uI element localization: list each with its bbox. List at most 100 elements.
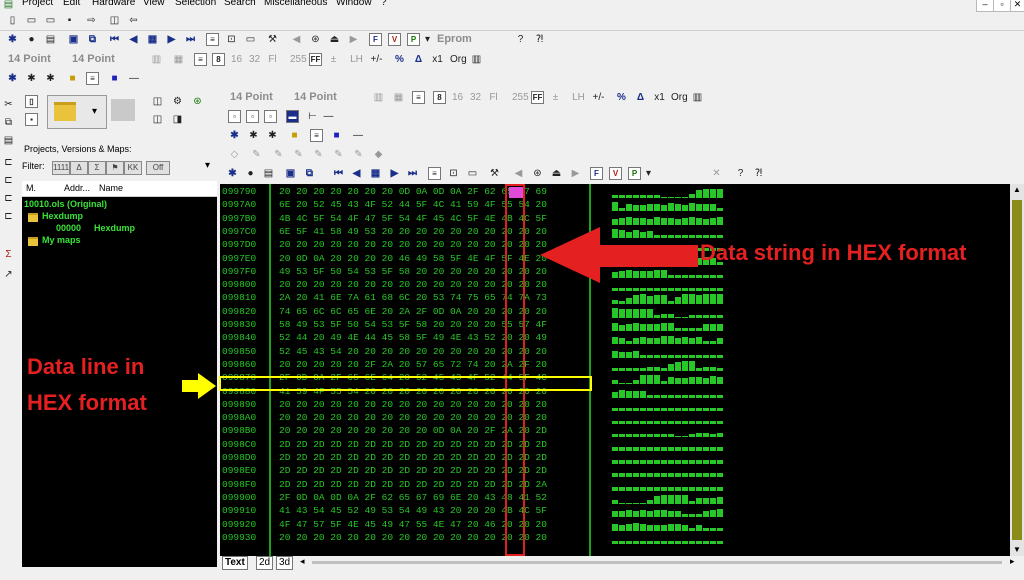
chevron-down-icon[interactable]: ▾ — [642, 167, 655, 180]
v-icon[interactable]: V — [388, 33, 401, 46]
eraser-icon[interactable]: ◇ — [228, 148, 241, 161]
grid-icon[interactable]: ▦ — [369, 167, 382, 180]
filter-delta-button[interactable]: Δ — [70, 161, 88, 175]
255-icon[interactable]: 255 — [290, 53, 307, 66]
sum-icon[interactable]: Σ — [2, 248, 15, 261]
chip-icon[interactable]: ● — [25, 33, 38, 46]
scroll-down-icon[interactable]: ▼ — [1013, 545, 1021, 554]
help-icon[interactable]: ? — [734, 167, 747, 180]
find-icon[interactable]: ⊡ — [225, 33, 238, 46]
percent-icon[interactable]: % — [393, 53, 406, 66]
tool-c-icon[interactable]: ✱ — [266, 129, 279, 142]
checksum2-icon[interactable]: ⊛ — [191, 95, 204, 108]
column-name[interactable]: Name — [99, 183, 123, 193]
back-icon[interactable]: ◀ — [290, 33, 303, 46]
mode-icon[interactable]: ≡ — [86, 72, 99, 85]
hex-row[interactable]: 099790 20 20 20 20 20 20 20 0D 0A 0D 0A 2… — [220, 186, 588, 199]
next-icon[interactable]: ▶ — [388, 167, 401, 180]
last-icon[interactable]: ⏭ — [406, 167, 419, 180]
hex-row[interactable]: 0997B0 4B 4C 5F 54 4F 47 5F 54 4F 45 4C 5… — [220, 213, 588, 226]
32bit-icon[interactable]: 32 — [469, 91, 482, 104]
map-icon[interactable]: ▭ — [466, 167, 479, 180]
prev-icon[interactable]: ◀ — [127, 33, 140, 46]
tree-folder-hexdump[interactable]: Hexdump — [42, 211, 83, 221]
tab-2d[interactable]: 2d — [256, 556, 274, 570]
tool-b-icon[interactable]: ✱ — [247, 129, 260, 142]
prev-icon[interactable]: ◀ — [350, 167, 363, 180]
org-icon[interactable]: Org — [671, 91, 688, 104]
tab-3d[interactable]: 3d — [276, 556, 294, 570]
hex-row[interactable]: 099850 52 45 43 54 20 20 20 20 20 20 20 2… — [220, 346, 588, 359]
new-file-icon[interactable]: ▯ — [6, 14, 19, 27]
filter-hex-button[interactable]: 1111 — [52, 161, 70, 175]
edit-d-icon[interactable]: ✎ — [312, 148, 325, 161]
menu-miscellaneous[interactable]: Miscellaneous — [264, 0, 327, 8]
menu-edit[interactable]: Edit — [63, 0, 80, 8]
tab-text[interactable]: Text — [222, 556, 248, 570]
compare-icon[interactable]: ⧉ — [303, 167, 316, 180]
insert-icon[interactable]: ⊏ — [2, 156, 15, 169]
hex-mode-icon[interactable]: ▥ — [150, 53, 163, 66]
width-icon[interactable]: ≡ — [194, 53, 207, 66]
block-icon[interactable]: ■ — [108, 72, 121, 85]
hex-row[interactable]: 0998B0 20 20 20 20 20 20 20 20 20 0D 0A 2… — [220, 425, 588, 438]
hex-row[interactable]: 0998A0 20 20 20 20 20 20 20 20 20 20 20 2… — [220, 412, 588, 425]
menu-hardware[interactable]: Hardware — [92, 0, 135, 8]
width-icon[interactable]: ≡ — [412, 91, 425, 104]
hex-row[interactable]: 0997C0 6E 5F 41 58 49 53 20 20 20 20 20 2… — [220, 226, 588, 239]
tool-a-icon[interactable]: ✱ — [228, 129, 241, 142]
hex-point-size-2[interactable]: 14 Point — [294, 91, 337, 103]
x1-icon[interactable]: x1 — [653, 91, 666, 104]
filter-kk-button[interactable]: KK — [124, 161, 142, 175]
hex-row[interactable]: 099890 20 20 20 20 20 20 20 20 20 20 20 2… — [220, 399, 588, 412]
32bit-icon[interactable]: 32 — [248, 53, 261, 66]
signed-icon[interactable]: ± — [549, 91, 562, 104]
sign-toggle-icon[interactable]: +/- — [592, 91, 605, 104]
p-icon[interactable]: P — [407, 33, 420, 46]
edit-b-icon[interactable]: ✎ — [272, 148, 285, 161]
export-icon[interactable]: ⇨ — [85, 14, 98, 27]
lohi-icon[interactable]: LH — [350, 53, 363, 66]
f-icon[interactable]: F — [590, 167, 603, 180]
forward-icon[interactable]: ▶ — [569, 167, 582, 180]
chip-icon[interactable]: ● — [244, 167, 257, 180]
compare-icon[interactable]: ⧉ — [86, 33, 99, 46]
8bit-icon[interactable]: 8 — [212, 53, 225, 66]
point-size-select-1[interactable]: 14 Point — [8, 53, 51, 65]
menu-search[interactable]: Search — [224, 0, 256, 8]
x1-icon[interactable]: x1 — [431, 53, 444, 66]
close-view-icon[interactable]: ✕ — [710, 167, 723, 180]
delta-icon[interactable]: Δ — [412, 53, 425, 66]
back-icon[interactable]: ◀ — [512, 167, 525, 180]
window-b-icon[interactable]: ◫ — [151, 113, 164, 126]
context-help-icon[interactable]: ⁈ — [752, 167, 765, 180]
hex-row[interactable]: 099920 4F 47 57 5F 4E 45 49 47 55 4E 47 2… — [220, 519, 588, 532]
hex-row[interactable]: 0998E0 2D 2D 2D 2D 2D 2D 2D 2D 2D 2D 2D 2… — [220, 465, 588, 478]
dash-icon[interactable]: — — [124, 72, 144, 85]
menu-window[interactable]: Window — [336, 0, 372, 8]
edit-a-icon[interactable]: ✎ — [250, 148, 263, 161]
next-icon[interactable]: ▶ — [165, 33, 178, 46]
bars-icon[interactable]: ▥ — [470, 53, 483, 66]
ff-icon[interactable]: FF — [531, 91, 544, 104]
view-c-icon[interactable]: ▫ — [264, 110, 277, 123]
hex-row[interactable]: 0997D0 20 20 20 20 20 20 20 20 20 20 20 2… — [220, 239, 588, 252]
hex-row[interactable]: 099930 20 20 20 20 20 20 20 20 20 20 20 2… — [220, 532, 588, 545]
copy-icon[interactable]: ⧉ — [2, 116, 15, 129]
save-project-icon[interactable]: ▪ — [25, 113, 38, 126]
new-project-icon[interactable]: ▯ — [25, 95, 38, 108]
point-size-select-2[interactable]: 14 Point — [72, 53, 115, 65]
sign-toggle-icon[interactable]: +/- — [370, 53, 383, 66]
column-addr[interactable]: Addr... — [64, 183, 90, 193]
hex-point-size-1[interactable]: 14 Point — [230, 91, 273, 103]
tool-a-icon[interactable]: ✱ — [6, 72, 19, 85]
8bit-icon[interactable]: 8 — [433, 91, 446, 104]
import-icon[interactable]: ⇦ — [127, 14, 140, 27]
view-b-icon[interactable]: ▫ — [246, 110, 259, 123]
hex-row[interactable]: 0998C0 2D 2D 2D 2D 2D 2D 2D 2D 2D 2D 2D 2… — [220, 439, 588, 452]
float-icon[interactable]: Fl — [266, 53, 279, 66]
menu-view[interactable]: View — [143, 0, 165, 8]
wand-icon[interactable]: ⚒ — [488, 167, 501, 180]
255-icon[interactable]: 255 — [512, 91, 529, 104]
scroll-left-icon[interactable]: ◂ — [300, 556, 305, 567]
